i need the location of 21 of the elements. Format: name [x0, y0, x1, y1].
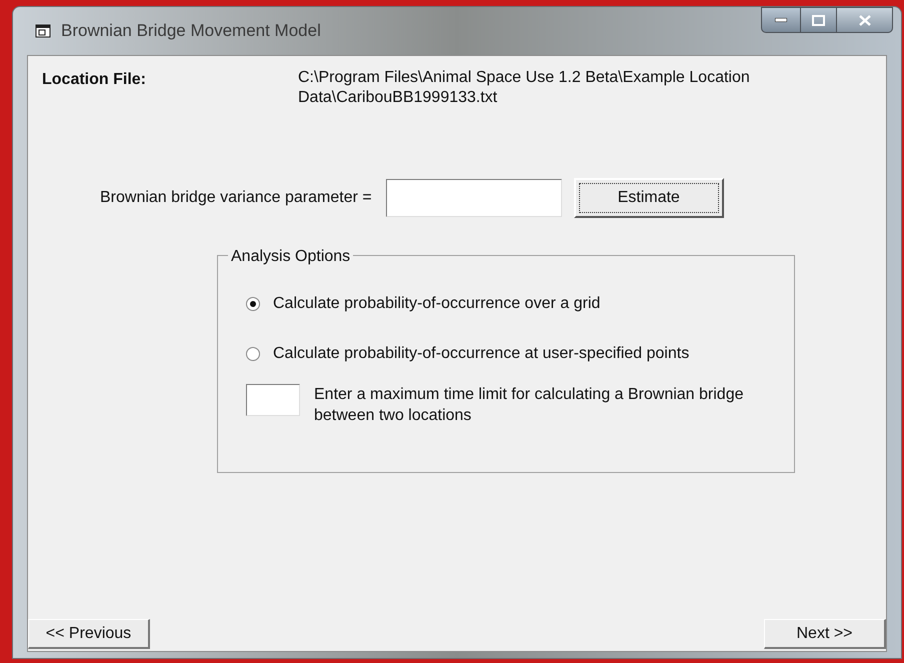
minimize-button[interactable]	[761, 7, 801, 33]
time-limit-input[interactable]	[246, 384, 300, 416]
window-title: Brownian Bridge Movement Model	[61, 20, 321, 42]
minimize-icon	[775, 18, 787, 22]
time-limit-label: Enter a maximum time limit for calculating a Brownian bridge between two locations	[314, 385, 744, 426]
maximize-button[interactable]	[801, 7, 837, 33]
variance-input[interactable]	[386, 179, 562, 217]
estimate-button[interactable]: Estimate	[574, 178, 724, 218]
next-button[interactable]: Next >>	[764, 619, 886, 649]
close-button[interactable]	[837, 7, 893, 33]
location-path: C:\Program Files\Animal Space Use 1.2 Beta\Example Location Data\CaribouBB1999133.txt	[298, 68, 751, 108]
radio-button[interactable]	[246, 297, 260, 311]
radio-button[interactable]	[246, 347, 260, 361]
previous-button[interactable]: << Previous	[28, 619, 150, 649]
radio-label: Calculate probability-of-occurrence at user-specified points	[273, 344, 690, 364]
location-label: Location File:	[42, 70, 147, 90]
radio-label: Calculate probability-of-occurrence over a grid	[273, 294, 600, 314]
variance-label: Brownian bridge variance parameter =	[100, 188, 372, 208]
window-icon	[35, 24, 51, 38]
close-icon	[858, 14, 870, 26]
maximize-icon	[812, 14, 825, 26]
